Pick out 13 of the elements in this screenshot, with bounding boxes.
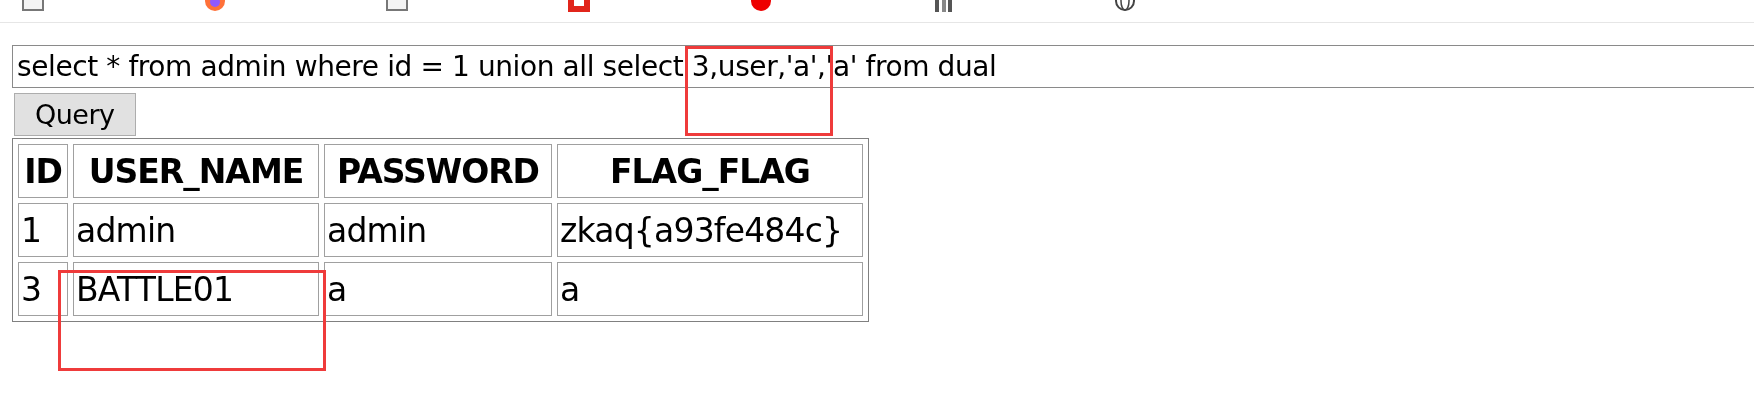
column-header: ID bbox=[18, 144, 68, 198]
column-header: USER_NAME bbox=[73, 144, 319, 198]
query-button[interactable]: Query bbox=[14, 93, 136, 136]
table-cell: a bbox=[557, 262, 863, 316]
table-cell: admin bbox=[73, 203, 319, 257]
table-cell: BATTLE01 bbox=[73, 262, 319, 316]
table-cell: 1 bbox=[18, 203, 68, 257]
table-cell: a bbox=[324, 262, 552, 316]
column-header: PASSWORD bbox=[324, 144, 552, 198]
column-header: FLAG_FLAG bbox=[557, 144, 863, 198]
table-cell: admin bbox=[324, 203, 552, 257]
table-cell: zkaq{a93fe484c} bbox=[557, 203, 863, 257]
table-cell: 3 bbox=[18, 262, 68, 316]
